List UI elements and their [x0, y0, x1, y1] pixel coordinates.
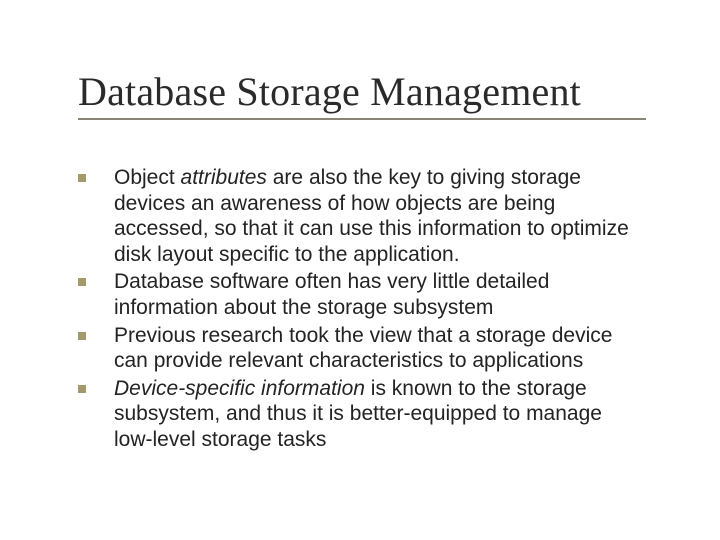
slide-body: Object attributes are also the key to gi… — [78, 165, 646, 455]
bullet-icon — [78, 376, 114, 393]
bullet-icon — [78, 165, 114, 182]
list-item: Previous research took the view that a s… — [78, 323, 646, 374]
bullet-text: Object attributes are also the key to gi… — [114, 165, 646, 267]
list-item: Device-specific information is known to … — [78, 376, 646, 453]
bullet-text: Database software often has very little … — [114, 269, 646, 320]
bullet-text: Device-specific information is known to … — [114, 376, 646, 453]
bullet-icon — [78, 269, 114, 286]
text-run: Previous research took the view that a s… — [114, 324, 612, 373]
bullet-text: Previous research took the view that a s… — [114, 323, 646, 374]
list-item: Object attributes are also the key to gi… — [78, 165, 646, 267]
text-emphasis: attributes — [181, 166, 267, 189]
text-run: Database software often has very little … — [114, 270, 549, 319]
bullet-icon — [78, 323, 114, 340]
title-underline — [78, 118, 646, 120]
slide: Database Storage Management Object attri… — [0, 0, 720, 540]
slide-title: Database Storage Management — [78, 68, 581, 115]
text-emphasis: Device-specific information — [114, 377, 365, 400]
list-item: Database software often has very little … — [78, 269, 646, 320]
text-run: Object — [114, 166, 181, 189]
